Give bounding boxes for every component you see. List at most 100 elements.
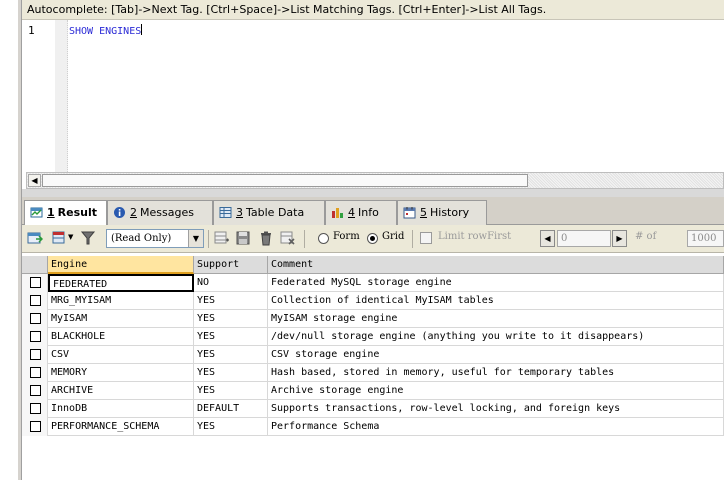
cell-support[interactable]: YES — [194, 418, 268, 436]
column-header-support[interactable]: Support — [194, 256, 268, 274]
cell-comment[interactable]: Collection of identical MyISAM tables — [268, 292, 724, 310]
row-checkbox[interactable] — [30, 331, 41, 342]
scroll-left-arrow-icon[interactable]: ◀ — [28, 174, 41, 187]
row-selector[interactable] — [22, 382, 48, 400]
row-selector[interactable] — [22, 310, 48, 328]
table-row[interactable]: MEMORY YES Hash based, stored in memory, u… — [22, 364, 724, 382]
cell-comment[interactable]: Performance Schema — [268, 418, 724, 436]
code-line[interactable]: SHOW ENGINES — [69, 24, 143, 37]
insert-row-icon[interactable] — [214, 230, 230, 246]
limit-rows-label: Limit rowFirst — [438, 231, 512, 242]
chevron-right-icon: ▶ — [616, 234, 623, 243]
column-header-engine[interactable]: Engine — [48, 256, 194, 274]
info-circle-icon — [114, 207, 125, 218]
cell-comment[interactable]: Federated MySQL storage engine — [268, 274, 724, 292]
cell-comment[interactable]: Supports transactions, row-level locking… — [268, 400, 724, 418]
grid-view-label: Grid — [382, 231, 405, 242]
row-checkbox[interactable] — [30, 277, 41, 288]
table-row[interactable]: BLACKHOLE YES/dev/null storage engine (an… — [22, 328, 724, 346]
cell-support[interactable]: YES — [194, 346, 268, 364]
row-checkbox[interactable] — [30, 313, 41, 324]
cell-engine[interactable]: MyISAM — [48, 310, 194, 328]
table-row[interactable]: MRG_MYISAM YES Collection of identical MyI… — [22, 292, 724, 310]
row-checkbox[interactable] — [30, 403, 41, 414]
next-page-button[interactable]: ▶ — [612, 230, 627, 247]
row-checkbox[interactable] — [30, 349, 41, 360]
export-icon[interactable] — [27, 230, 43, 246]
cell-support[interactable]: YES — [194, 310, 268, 328]
limit-rows-checkbox[interactable] — [420, 232, 432, 244]
first-row-input[interactable]: 0 — [557, 230, 611, 247]
editor-horizontal-scrollbar[interactable]: ◀ — [26, 172, 724, 189]
row-selector[interactable] — [22, 364, 48, 382]
cell-support[interactable]: DEFAULT — [194, 400, 268, 418]
autocomplete-hint-bar: Autocomplete: [Tab]->Next Tag. [Ctrl+Spa… — [22, 0, 724, 20]
cell-support[interactable]: YES — [194, 292, 268, 310]
table-row[interactable]: CSV YES CSV storage engine — [22, 346, 724, 364]
cell-support[interactable]: YES — [194, 328, 268, 346]
row-selector[interactable] — [22, 328, 48, 346]
cell-engine[interactable]: MRG_MYISAM — [48, 292, 194, 310]
tab-number: 5 — [420, 206, 427, 219]
cell-comment[interactable]: Hash based, stored in memory, useful for… — [268, 364, 724, 382]
cell-engine[interactable]: MEMORY — [48, 364, 194, 382]
sql-editor[interactable]: 1 SHOW ENGINES — [22, 20, 724, 172]
row-selector[interactable] — [22, 400, 48, 418]
row-selector[interactable] — [22, 346, 48, 364]
cancel-changes-icon[interactable] — [280, 230, 296, 246]
cell-comment[interactable]: CSV storage engine — [268, 346, 724, 364]
row-checkbox[interactable] — [30, 421, 41, 432]
tab-history[interactable]: 5 History — [397, 200, 487, 225]
tab-table-data[interactable]: 3 Table Data — [213, 200, 325, 225]
cell-support[interactable]: YES — [194, 364, 268, 382]
mode-select-value: (Read Only) — [111, 233, 172, 244]
table-row[interactable]: ARCHIVE YES Archive storage engine — [22, 382, 724, 400]
chevron-down-icon[interactable]: ▼ — [68, 233, 73, 241]
table-row[interactable]: FEDERATED NO Federated MySQL storage engin… — [22, 274, 724, 292]
tab-number: 4 — [348, 206, 355, 219]
row-selector[interactable] — [22, 274, 48, 292]
cell-comment[interactable]: MyISAM storage engine — [268, 310, 724, 328]
form-view-radio[interactable] — [318, 233, 329, 244]
grid-options-icon[interactable] — [52, 230, 68, 246]
grid-header-row: Engine Support Comment — [22, 256, 724, 274]
cell-comment[interactable]: /dev/null storage engine (anything you w… — [268, 328, 724, 346]
cell-engine[interactable]: CSV — [48, 346, 194, 364]
mode-select[interactable]: (Read Only) ▼ — [106, 229, 204, 248]
row-selector[interactable] — [22, 418, 48, 436]
cell-comment[interactable]: Archive storage engine — [268, 382, 724, 400]
row-checkbox[interactable] — [30, 367, 41, 378]
row-checkbox[interactable] — [30, 385, 41, 396]
table-row[interactable]: PERFORMANCE_SCHEMA YES Performance Schema — [22, 418, 724, 436]
cell-engine[interactable]: InnoDB — [48, 400, 194, 418]
cell-engine[interactable]: ARCHIVE — [48, 382, 194, 400]
cell-support[interactable]: NO — [194, 274, 268, 292]
row-selector[interactable] — [22, 292, 48, 310]
row-count-input[interactable]: 1000 — [687, 230, 724, 247]
scrollbar-thumb[interactable] — [42, 174, 528, 187]
tab-messages[interactable]: 2 Messages — [107, 200, 213, 225]
row-checkbox[interactable] — [30, 295, 41, 306]
save-icon[interactable] — [235, 230, 251, 246]
chevron-down-icon[interactable]: ▼ — [188, 230, 203, 247]
cell-engine[interactable]: FEDERATED — [48, 274, 194, 292]
fold-margin — [55, 20, 68, 172]
cell-engine[interactable]: BLACKHOLE — [48, 328, 194, 346]
filter-icon[interactable] — [80, 230, 96, 246]
tab-info[interactable]: 4 Info — [325, 200, 397, 225]
column-header-comment[interactable]: Comment — [268, 256, 724, 274]
trash-icon[interactable] — [258, 230, 274, 246]
table-row[interactable]: MyISAM YES MyISAM storage engine — [22, 310, 724, 328]
cell-support[interactable]: YES — [194, 382, 268, 400]
text-caret — [141, 24, 143, 35]
cell-engine[interactable]: PERFORMANCE_SCHEMA — [48, 418, 194, 436]
pane-splitter[interactable] — [22, 189, 724, 197]
result-toolbar: ▼ (Read Only) ▼ Form Grid Limit rowFirst… — [22, 225, 724, 253]
tab-label: Table Data — [246, 206, 305, 219]
table-row[interactable]: InnoDB DEFAULT Supports transactions, row-… — [22, 400, 724, 418]
row-count-label: # of — [635, 231, 657, 242]
grid-view-radio[interactable] — [367, 233, 378, 244]
prev-page-button[interactable]: ◀ — [540, 230, 555, 247]
tab-result[interactable]: 1 Result — [24, 200, 107, 226]
row-selector-header[interactable] — [22, 256, 48, 274]
